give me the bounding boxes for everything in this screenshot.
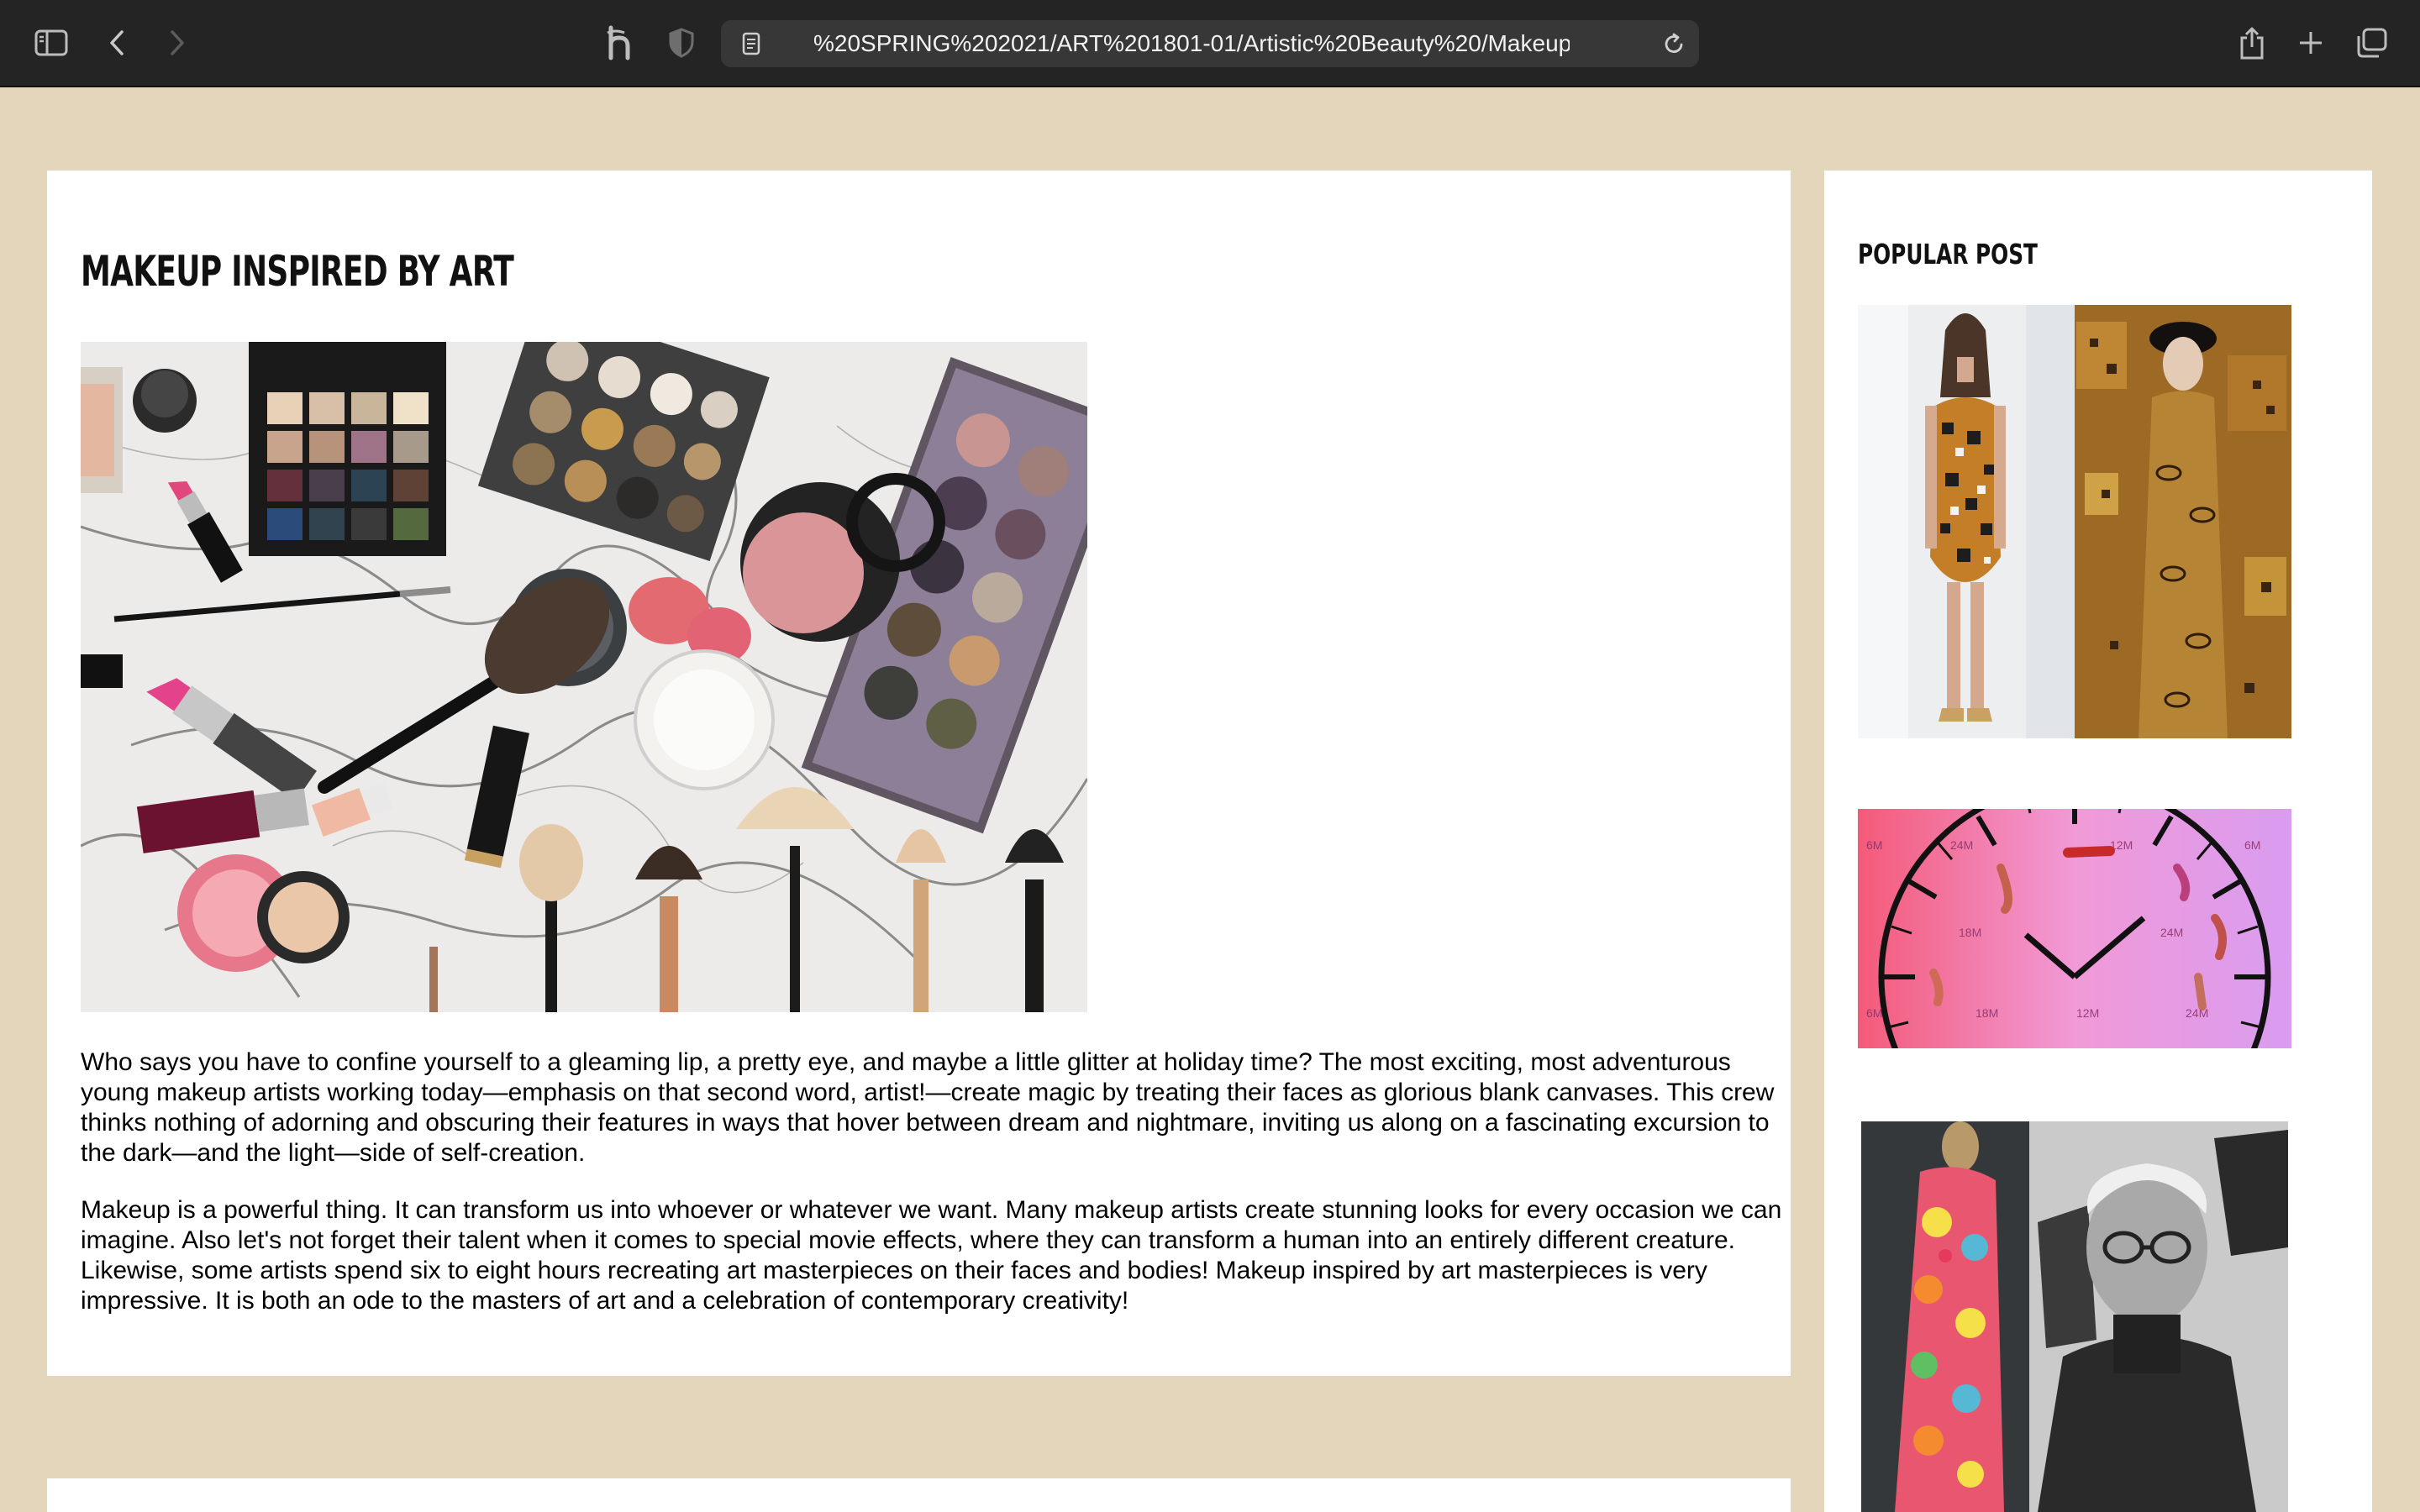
clock-label: 6M xyxy=(2244,838,2260,852)
article-card: MAKEUP INSPIRED BY ART Who says you have… xyxy=(47,171,1791,1376)
popular-post-warhol-image[interactable] xyxy=(1861,1121,2288,1512)
url-text[interactable]: %20SPRING%202021/ART%201801-01/Artistic%… xyxy=(813,20,1570,67)
clock-label: 24M xyxy=(1950,838,1973,852)
honey-extension-icon[interactable] xyxy=(603,0,639,86)
reload-icon[interactable] xyxy=(1660,20,1689,67)
sidebar-card: POPULAR POST 6M 24M 12M 6M 18M 24M 6M 18… xyxy=(1824,171,2372,1512)
privacy-shield-icon[interactable] xyxy=(667,0,696,86)
address-bar[interactable]: %20SPRING%202021/ART%201801-01/Artistic%… xyxy=(721,20,1699,67)
clock-label: 18M xyxy=(1959,926,1981,939)
new-tab-icon[interactable] xyxy=(2294,0,2328,86)
clock-label: 6M xyxy=(1866,838,1882,852)
browser-toolbar: %20SPRING%202021/ART%201801-01/Artistic%… xyxy=(0,0,2420,87)
forward-icon[interactable] xyxy=(165,0,190,86)
tab-overview-icon[interactable] xyxy=(2353,0,2390,86)
clock-label: 18M xyxy=(1975,1006,1998,1020)
popular-post-title: POPULAR POST xyxy=(1858,238,2038,270)
sidebar-toggle-icon[interactable] xyxy=(32,0,71,86)
popular-post-clock-image[interactable]: 6M 24M 12M 6M 18M 24M 6M 18M 12M 24M xyxy=(1858,809,2291,1048)
reader-icon[interactable] xyxy=(734,20,768,67)
article-title: MAKEUP INSPIRED BY ART xyxy=(81,247,514,296)
share-icon[interactable] xyxy=(2235,0,2269,86)
clock-label: 6M xyxy=(1866,1006,1882,1020)
clock-label: 24M xyxy=(2160,926,2183,939)
clock-label: 12M xyxy=(2076,1006,2099,1020)
article-paragraph: Who says you have to confine yourself to… xyxy=(81,1048,1775,1167)
makeup-flatlay-image xyxy=(81,342,1087,1012)
article-paragraph: Makeup is a powerful thing. It can trans… xyxy=(81,1196,1782,1315)
back-icon[interactable] xyxy=(104,0,129,86)
popular-post-klimt-image[interactable] xyxy=(1858,305,2291,738)
next-article-card xyxy=(47,1478,1791,1512)
